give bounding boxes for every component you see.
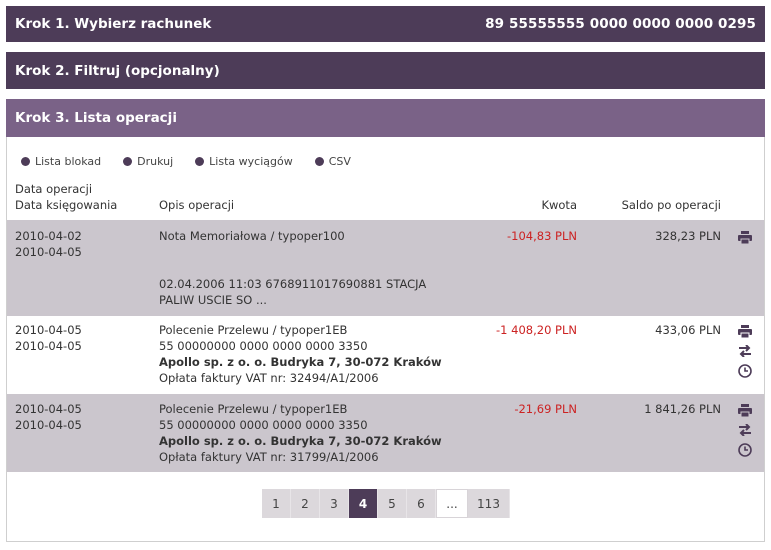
step2-header[interactable]: Krok 2. Filtruj (opcjonalny) xyxy=(6,52,765,89)
amount-cell: -21,69 PLN xyxy=(514,402,577,416)
balance-cell: 328,23 PLN xyxy=(655,229,721,243)
action-lista-blokad[interactable]: Lista blokad xyxy=(21,155,101,168)
selected-account-number: 89 55555555 0000 0000 0000 0295 xyxy=(485,16,756,32)
page-2[interactable]: 2 xyxy=(291,489,320,518)
column-header-dates: Data operacji Data księgowania xyxy=(15,182,118,212)
amount-cell: -1 408,20 PLN xyxy=(496,323,577,337)
table-row[interactable]: 2010-04-02 2010-04-05 Nota Memoriałowa /… xyxy=(7,220,764,316)
desc-title: Nota Memoriałowa / typoper100 xyxy=(159,229,345,243)
desc-cell: Polecenie Przelewu / typoper1EB 55 00000… xyxy=(159,402,442,464)
step2-title: Krok 2. Filtruj (opcjonalny) xyxy=(15,62,220,79)
clock-icon[interactable] xyxy=(737,364,753,378)
desc-cell: Polecenie Przelewu / typoper1EB 55 00000… xyxy=(159,323,442,385)
page-6[interactable]: 6 xyxy=(407,489,436,518)
bullet-icon xyxy=(195,157,205,166)
amount-cell: -104,83 PLN xyxy=(507,229,577,243)
page-3[interactable]: 3 xyxy=(320,489,349,518)
transfer-arrows-icon[interactable] xyxy=(737,344,753,358)
step1-header[interactable]: Krok 1. Wybierz rachunek 89 55555555 000… xyxy=(6,6,765,42)
operations-panel: Lista blokad Drukuj Lista wyciągów CSV D… xyxy=(6,137,765,542)
pagination: 1 2 3 4 5 6 ... 113 xyxy=(262,489,510,518)
balance-cell: 1 841,26 PLN xyxy=(644,402,721,416)
action-csv[interactable]: CSV xyxy=(314,155,351,168)
printer-icon[interactable] xyxy=(737,403,753,417)
balance-cell: 433,06 PLN xyxy=(655,323,721,337)
page-113[interactable]: 113 xyxy=(468,489,510,518)
column-header-balance: Saldo po operacji xyxy=(621,198,721,212)
bullet-icon xyxy=(21,157,30,166)
printer-icon[interactable] xyxy=(737,324,753,338)
date-cell: 2010-04-02 2010-04-05 xyxy=(15,229,82,259)
date-cell: 2010-04-05 2010-04-05 xyxy=(15,323,82,353)
table-row[interactable]: 2010-04-05 2010-04-05 Polecenie Przelewu… xyxy=(7,394,764,472)
printer-icon[interactable] xyxy=(737,230,753,244)
transfer-arrows-icon[interactable] xyxy=(737,423,753,437)
column-header-desc: Opis operacji xyxy=(159,198,235,212)
bullet-icon xyxy=(314,157,324,166)
action-lista-wyciagow[interactable]: Lista wyciągów xyxy=(195,155,293,168)
page-1[interactable]: 1 xyxy=(262,489,291,518)
column-header-amount: Kwota xyxy=(541,198,577,212)
step3-header[interactable]: Krok 3. Lista operacji xyxy=(6,99,765,137)
step1-title: Krok 1. Wybierz rachunek xyxy=(15,16,212,32)
desc-detail: 02.04.2006 11:03 6768911017690881 STACJA… xyxy=(159,277,427,307)
bullet-icon xyxy=(123,157,133,166)
clock-icon[interactable] xyxy=(737,443,753,457)
step3-title: Krok 3. Lista operacji xyxy=(15,110,177,126)
action-drukuj[interactable]: Drukuj xyxy=(123,155,173,168)
page-ellipsis: ... xyxy=(436,489,468,518)
page-5[interactable]: 5 xyxy=(378,489,407,518)
page-4-current[interactable]: 4 xyxy=(349,489,378,518)
action-links: Lista blokad Drukuj Lista wyciągów CSV xyxy=(21,155,351,168)
date-cell: 2010-04-05 2010-04-05 xyxy=(15,402,82,432)
table-row[interactable]: 2010-04-05 2010-04-05 Polecenie Przelewu… xyxy=(7,316,764,394)
